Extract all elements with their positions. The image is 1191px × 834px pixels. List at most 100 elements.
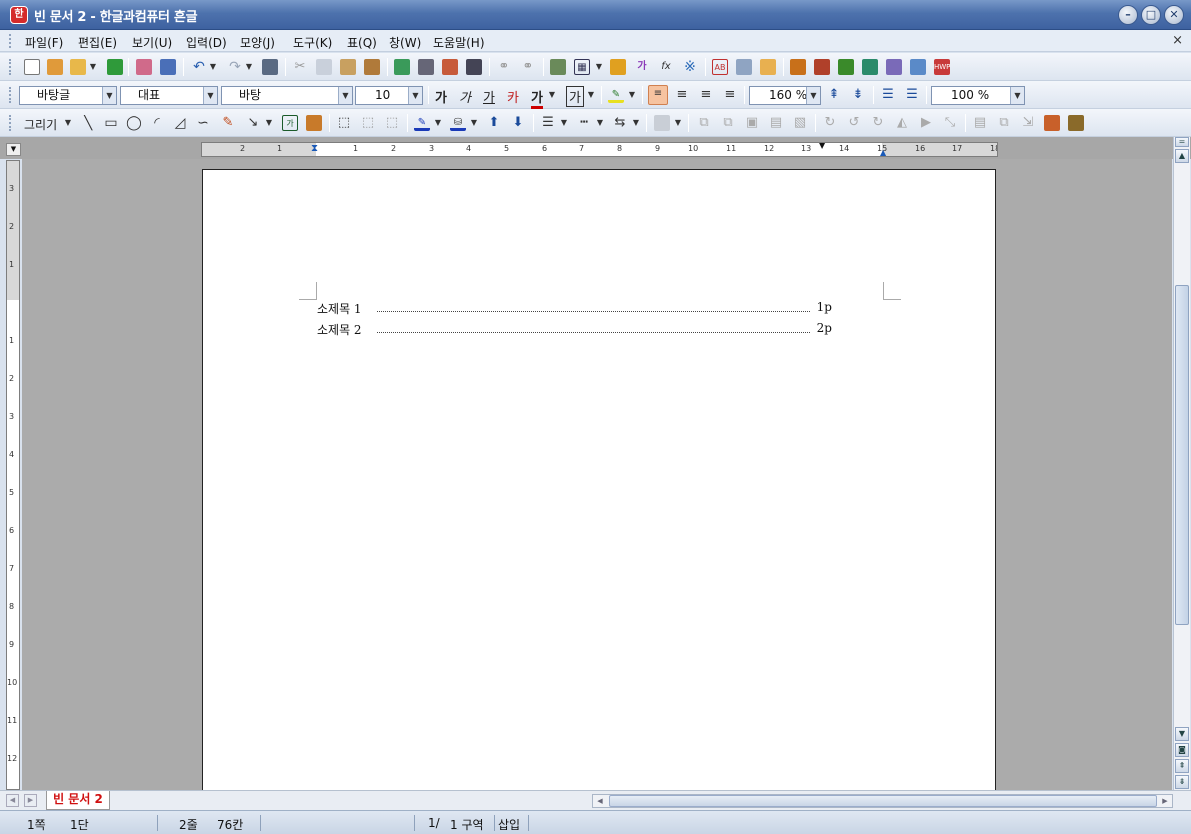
ellipse-tool-icon[interactable]: ◯ (126, 115, 142, 131)
presentation-icon[interactable] (814, 59, 830, 75)
toc-entry[interactable]: 소제목 1 1p (317, 300, 832, 317)
bullets-icon[interactable]: ☰ (904, 87, 920, 103)
columns-icon[interactable] (466, 59, 482, 75)
highlight-dropdown-icon[interactable]: ▼ (628, 87, 636, 103)
curve-tool-icon[interactable]: ∽ (195, 115, 211, 131)
menu-edit[interactable]: 편집(E) (78, 34, 117, 51)
align-center-icon[interactable]: ≡ (698, 87, 714, 103)
memo-icon[interactable] (760, 59, 776, 75)
menu-format[interactable]: 모양(J) (240, 34, 275, 51)
connector-dropdown-icon[interactable]: ▼ (265, 115, 273, 131)
label-icon[interactable] (910, 59, 926, 75)
group-icon[interactable]: ⬚ (360, 115, 376, 131)
arrange-front-icon[interactable]: ⧉ (696, 115, 712, 131)
close-button[interactable]: ✕ (1164, 5, 1184, 25)
line-style-icon[interactable]: ☰ (540, 115, 556, 131)
open-folder-icon[interactable] (70, 59, 86, 75)
flip-horizontal-icon[interactable]: ◭ (894, 115, 910, 131)
menu-view[interactable]: 보기(U) (132, 34, 172, 51)
line-dash-dropdown-icon[interactable]: ▼ (596, 115, 604, 131)
mail-merge-icon[interactable] (886, 59, 902, 75)
style-icon[interactable] (442, 59, 458, 75)
numbering-icon[interactable]: ☰ (880, 87, 896, 103)
object-paste-icon[interactable]: ⇲ (1020, 115, 1036, 131)
draw-dropdown-icon[interactable]: ▼ (64, 115, 72, 131)
menu-window[interactable]: 창(W) (389, 34, 421, 51)
rotate-icon[interactable]: ↻ (822, 115, 838, 131)
fill-color-dropdown-icon[interactable]: ▼ (470, 115, 478, 131)
connector-tool-icon[interactable]: ↘ (245, 115, 261, 131)
scroll-right-icon[interactable]: ▶ (1159, 795, 1171, 807)
wrap-text-icon[interactable] (1068, 115, 1084, 131)
increase-spacing-icon[interactable]: ⇞ (826, 87, 842, 103)
maximize-button[interactable]: □ (1141, 5, 1161, 25)
line-spacing-select[interactable]: 160 % ▼ (749, 86, 821, 105)
menu-help[interactable]: 도움말(H) (433, 34, 485, 51)
minimize-button[interactable]: – (1118, 5, 1138, 25)
horizontal-ruler[interactable]: 2 1 1 2 3 4 5 6 7 8 9 10 11 12 13 14 15 … (201, 142, 998, 157)
underline-button[interactable]: 가 (483, 87, 495, 106)
font-name-select[interactable]: 바탕 ▼ (221, 86, 353, 105)
line-tool-icon[interactable]: ╲ (80, 115, 96, 131)
send-backward-icon[interactable]: ⬇ (510, 115, 526, 131)
distribute-icon[interactable]: ▤ (768, 115, 784, 131)
italic-button[interactable]: 가 (459, 87, 471, 106)
shade-color-button[interactable]: 가 (566, 86, 584, 107)
textbox-tool-icon[interactable]: 가 (282, 115, 298, 131)
line-dash-icon[interactable]: ┅ (576, 115, 592, 131)
select-object-icon[interactable]: ⬚ (336, 115, 352, 131)
undo-dropdown-icon[interactable]: ▼ (209, 59, 217, 75)
shade-dropdown-icon[interactable]: ▼ (587, 87, 595, 103)
caption-icon[interactable] (1044, 115, 1060, 131)
indent-marker-icon[interactable]: ⧗ (311, 143, 318, 155)
object-properties-icon[interactable]: ▤ (972, 115, 988, 131)
toc-entry[interactable]: 소제목 2 2p (317, 321, 832, 338)
justify-icon[interactable]: ≡ (648, 85, 668, 105)
previous-page-icon[interactable]: ⇞ (1175, 759, 1189, 773)
align-right-icon[interactable]: ≡ (722, 87, 738, 103)
redo-dropdown-icon[interactable]: ▼ (245, 59, 253, 75)
tab-document[interactable]: 빈 문서 2 (46, 791, 110, 810)
vertical-ruler[interactable]: 3 2 1 1 2 3 4 5 6 7 8 9 10 11 12 (6, 160, 20, 790)
horizontal-scroll-thumb[interactable] (609, 795, 1157, 807)
rotate-left-icon[interactable]: ↺ (846, 115, 862, 131)
print-preview-icon[interactable] (160, 59, 176, 75)
formula-icon[interactable]: fx (658, 59, 674, 75)
chart-icon[interactable] (610, 59, 626, 75)
remove-link-icon[interactable]: ⚭ (520, 59, 536, 75)
web-icon[interactable] (790, 59, 806, 75)
app-icon[interactable]: 한 (10, 6, 28, 24)
align-left-icon[interactable]: ≡ (674, 87, 690, 103)
print-icon[interactable] (136, 59, 152, 75)
arrow-style-icon[interactable]: ⇆ (612, 115, 628, 131)
macro-run-icon[interactable] (838, 59, 854, 75)
scroll-left-icon[interactable]: ◀ (594, 795, 606, 807)
font-language-select[interactable]: 대표 ▼ (120, 86, 218, 105)
hwp-icon[interactable]: HWP (934, 59, 950, 75)
new-document-icon[interactable] (24, 59, 40, 75)
pen-tool-icon[interactable]: ✎ (220, 115, 236, 131)
menu-table[interactable]: 표(Q) (347, 34, 377, 51)
status-insert-mode[interactable]: 삽입 (498, 816, 520, 833)
copy-icon[interactable] (316, 59, 332, 75)
line-color-dropdown-icon[interactable]: ▼ (434, 115, 442, 131)
arrange-back-icon[interactable]: ⧉ (720, 115, 736, 131)
character-map-icon[interactable]: 가 (634, 59, 650, 75)
draw-menu-button[interactable]: 그리기 (24, 116, 57, 133)
rectangle-tool-icon[interactable]: ▭ (103, 115, 119, 131)
menu-insert[interactable]: 입력(D) (186, 34, 227, 51)
tab-next-icon[interactable]: ▶ (24, 794, 37, 807)
format-painter-icon[interactable] (364, 59, 380, 75)
document-page[interactable]: 소제목 1 1p 소제목 2 2p (202, 169, 996, 809)
split-handle-icon[interactable]: = (1175, 137, 1189, 147)
macro-record-icon[interactable] (862, 59, 878, 75)
menu-tools[interactable]: 도구(K) (293, 34, 332, 51)
page-select-icon[interactable]: ◙ (1175, 743, 1189, 757)
scroll-down-icon[interactable]: ▼ (1175, 727, 1189, 741)
line-style-dropdown-icon[interactable]: ▼ (560, 115, 568, 131)
highlight-icon[interactable]: ✎ (608, 87, 624, 103)
line-color-icon[interactable]: ✎ (414, 115, 430, 131)
document-info-icon[interactable] (736, 59, 752, 75)
zoom-select[interactable]: 100 % ▼ (931, 86, 1025, 105)
scroll-up-icon[interactable]: ▲ (1175, 149, 1189, 163)
